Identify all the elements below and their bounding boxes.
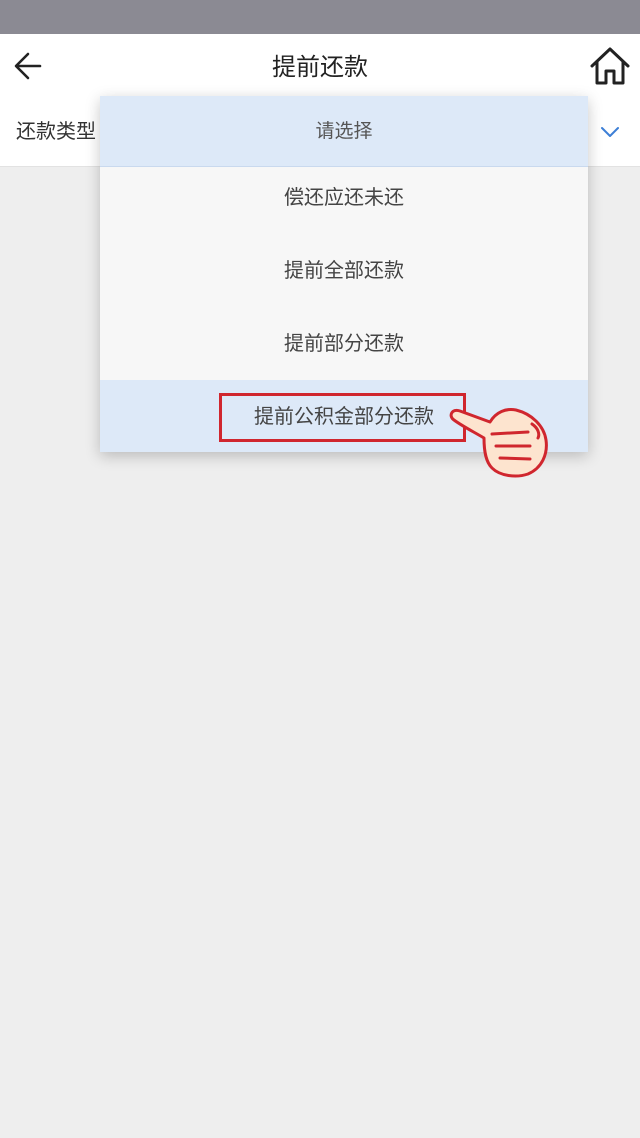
home-button[interactable] [586, 42, 634, 90]
option-label: 提前公积金部分还款 [254, 404, 434, 428]
nav-bar: 提前还款 [0, 34, 640, 100]
status-bar [0, 0, 640, 34]
option-label: 提前部分还款 [284, 331, 404, 355]
home-icon [590, 47, 630, 85]
option-partial-prepayment[interactable]: 提前部分还款 [100, 307, 588, 380]
option-label: 提前全部还款 [284, 258, 404, 282]
option-repay-overdue[interactable]: 偿还应还未还 [100, 161, 588, 234]
repayment-type-label: 还款类型 [16, 119, 96, 143]
dropdown-toggle[interactable] [598, 120, 622, 144]
option-full-prepayment[interactable]: 提前全部还款 [100, 234, 588, 307]
page-title: 提前还款 [272, 53, 368, 81]
pointing-hand-icon [449, 408, 548, 478]
dropdown-placeholder: 请选择 [100, 96, 588, 167]
chevron-down-icon [601, 127, 619, 137]
option-label: 偿还应还未还 [284, 185, 404, 209]
